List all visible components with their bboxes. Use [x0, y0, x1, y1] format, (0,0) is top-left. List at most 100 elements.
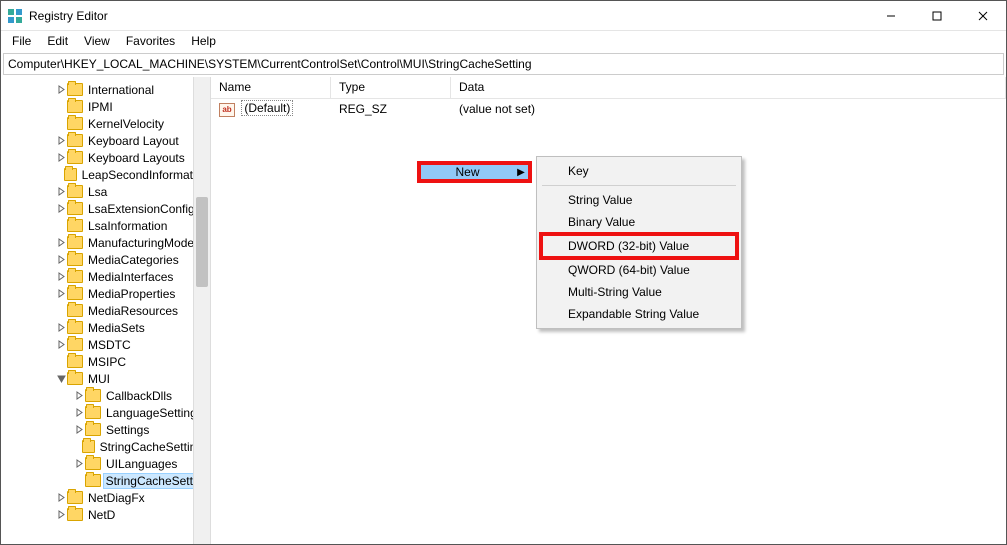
tree-item-label: MediaCategories: [86, 253, 181, 267]
menu-favorites[interactable]: Favorites: [119, 32, 182, 50]
tree-item[interactable]: MediaProperties: [1, 285, 211, 302]
context-menu-item[interactable]: DWORD (32-bit) Value: [539, 232, 739, 260]
expand-icon[interactable]: [55, 187, 67, 196]
context-menu-item[interactable]: Key: [540, 160, 738, 182]
expand-icon[interactable]: [55, 323, 67, 332]
expand-icon[interactable]: [55, 136, 67, 145]
expand-icon[interactable]: [73, 425, 85, 434]
col-type[interactable]: Type: [331, 77, 451, 98]
close-button[interactable]: [960, 1, 1006, 30]
tree-item[interactable]: MediaSets: [1, 319, 211, 336]
tree-scrollbar[interactable]: [193, 77, 210, 544]
folder-icon: [67, 338, 83, 351]
tree-item[interactable]: LanguageSettings: [1, 404, 211, 421]
expand-icon[interactable]: [55, 510, 67, 519]
expand-icon[interactable]: [55, 238, 67, 247]
expand-icon[interactable]: [55, 204, 67, 213]
tree-item[interactable]: StringCacheSettings: [1, 438, 211, 455]
expand-icon[interactable]: [55, 85, 67, 94]
tree-item[interactable]: NetDiagFx: [1, 489, 211, 506]
folder-icon: [85, 423, 101, 436]
address-text: Computer\HKEY_LOCAL_MACHINE\SYSTEM\Curre…: [8, 57, 532, 71]
tree-item[interactable]: UILanguages: [1, 455, 211, 472]
tree-item-label: LsaExtensionConfig: [86, 202, 197, 216]
context-menu-item[interactable]: Binary Value: [540, 211, 738, 233]
col-name[interactable]: Name: [211, 77, 331, 98]
tree-item[interactable]: IPMI: [1, 98, 211, 115]
tree-item[interactable]: Lsa: [1, 183, 211, 200]
tree-item[interactable]: MediaCategories: [1, 251, 211, 268]
tree-item[interactable]: CallbackDlls: [1, 387, 211, 404]
collapse-icon[interactable]: [55, 374, 67, 383]
expand-icon[interactable]: [73, 459, 85, 468]
tree-item[interactable]: Settings: [1, 421, 211, 438]
folder-icon: [85, 406, 101, 419]
window-controls: [868, 1, 1006, 30]
col-data[interactable]: Data: [451, 77, 1006, 98]
expand-icon[interactable]: [55, 340, 67, 349]
expand-icon[interactable]: [55, 493, 67, 502]
tree-item[interactable]: StringCacheSetting: [1, 472, 211, 489]
tree-item[interactable]: ManufacturingMode: [1, 234, 211, 251]
menu-separator: [542, 185, 736, 186]
titlebar: Registry Editor: [1, 1, 1006, 31]
tree-item[interactable]: LsaExtensionConfig: [1, 200, 211, 217]
menu-file[interactable]: File: [5, 32, 38, 50]
folder-icon: [67, 202, 83, 215]
folder-icon: [67, 83, 83, 96]
minimize-button[interactable]: [868, 1, 914, 30]
submenu-arrow-icon: ▶: [514, 167, 528, 178]
tree-item-label: Keyboard Layout: [86, 134, 181, 148]
context-menu-new[interactable]: New ▶: [417, 161, 532, 183]
tree-item-label: Settings: [104, 423, 151, 437]
tree[interactable]: InternationalIPMI KernelVelocity Keyboard …: [1, 81, 211, 523]
expand-icon[interactable]: [55, 272, 67, 281]
context-menu-item[interactable]: String Value: [540, 189, 738, 211]
value-data: (value not set): [451, 102, 1006, 116]
tree-item[interactable]: LeapSecondInformation: [1, 166, 211, 183]
expand-icon[interactable]: [55, 289, 67, 298]
tree-item-label: UILanguages: [104, 457, 179, 471]
tree-item-label: MediaInterfaces: [86, 270, 175, 284]
menu-edit[interactable]: Edit: [40, 32, 75, 50]
context-submenu: Key String ValueBinary ValueDWORD (32-bit…: [536, 156, 742, 329]
folder-icon: [67, 491, 83, 504]
folder-icon: [67, 185, 83, 198]
tree-item[interactable]: LsaInformation: [1, 217, 211, 234]
expand-icon[interactable]: [55, 153, 67, 162]
tree-item-label: NetDiagFx: [86, 491, 147, 505]
value-row[interactable]: ab (Default) REG_SZ (value not set): [211, 99, 1006, 119]
tree-item-label: International: [86, 83, 156, 97]
maximize-button[interactable]: [914, 1, 960, 30]
address-bar[interactable]: Computer\HKEY_LOCAL_MACHINE\SYSTEM\Curre…: [3, 53, 1004, 75]
tree-item[interactable]: MediaInterfaces: [1, 268, 211, 285]
menu-view[interactable]: View: [77, 32, 117, 50]
expand-icon[interactable]: [55, 255, 67, 264]
tree-item[interactable]: MSDTC: [1, 336, 211, 353]
folder-icon: [67, 253, 83, 266]
tree-item[interactable]: Keyboard Layout: [1, 132, 211, 149]
menu-help[interactable]: Help: [184, 32, 223, 50]
tree-item[interactable]: MediaResources: [1, 302, 211, 319]
scrollbar-thumb[interactable]: [196, 197, 208, 287]
tree-item-label: MSIPC: [86, 355, 128, 369]
app-icon: [7, 8, 23, 24]
folder-icon: [67, 100, 83, 113]
expand-icon[interactable]: [73, 391, 85, 400]
tree-item-label: MSDTC: [86, 338, 133, 352]
expand-icon[interactable]: [73, 408, 85, 417]
tree-item[interactable]: NetD: [1, 506, 211, 523]
tree-item[interactable]: MSIPC: [1, 353, 211, 370]
tree-item[interactable]: Keyboard Layouts: [1, 149, 211, 166]
tree-item[interactable]: MUI: [1, 370, 211, 387]
context-menu-item[interactable]: Multi-String Value: [540, 281, 738, 303]
folder-icon: [67, 151, 83, 164]
context-menu-item[interactable]: Expandable String Value: [540, 303, 738, 325]
tree-item[interactable]: KernelVelocity: [1, 115, 211, 132]
tree-item[interactable]: International: [1, 81, 211, 98]
context-menu-item[interactable]: QWORD (64-bit) Value: [540, 259, 738, 281]
value-name-cell: ab (Default): [211, 101, 331, 117]
tree-item-label: KernelVelocity: [86, 117, 166, 131]
folder-icon: [67, 219, 83, 232]
folder-icon: [67, 287, 83, 300]
